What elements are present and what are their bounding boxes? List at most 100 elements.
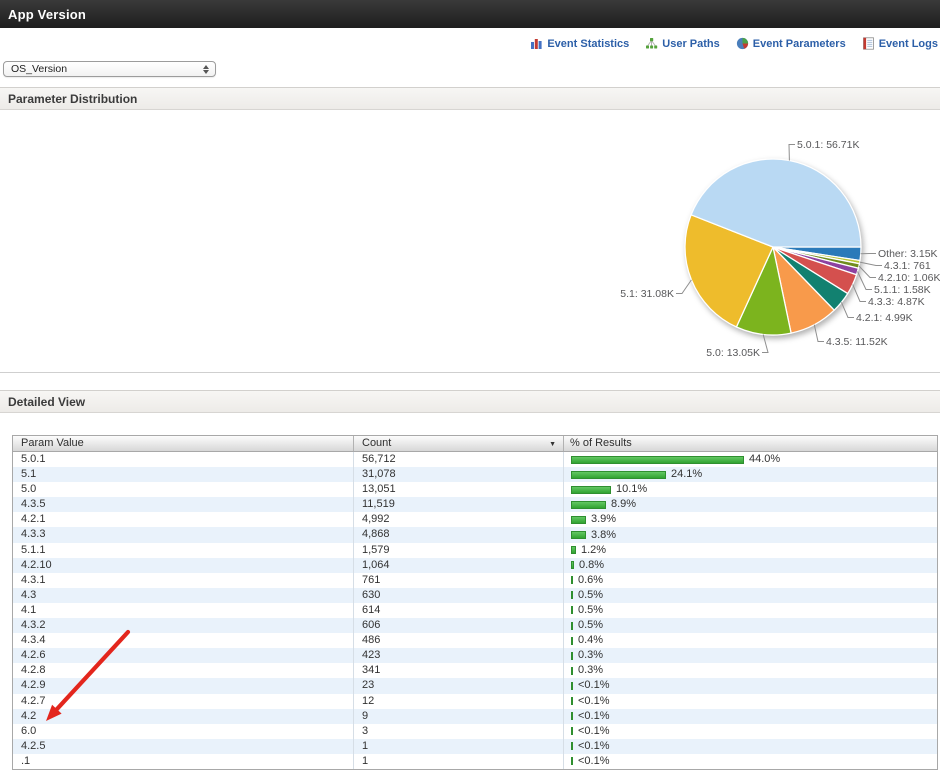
count-cell: 761 bbox=[353, 573, 563, 588]
param-value-cell: 4.3.5 bbox=[13, 497, 353, 512]
event-statistics-link[interactable]: Event Statistics bbox=[530, 37, 629, 50]
table-row: 4.2.83410.3% bbox=[13, 663, 937, 678]
column-header-count[interactable]: Count ▼ bbox=[353, 436, 563, 451]
table-row: 4.16140.5% bbox=[13, 603, 937, 618]
percent-cell: 0.8% bbox=[563, 558, 937, 573]
table-row: 4.2.101,0640.8% bbox=[13, 558, 937, 573]
param-value-cell: 4.2.5 bbox=[13, 739, 353, 754]
column-header-percent[interactable]: % of Results bbox=[563, 436, 937, 451]
param-value-cell: 4.2.6 bbox=[13, 648, 353, 663]
percent-cell: 44.0% bbox=[563, 452, 937, 467]
percent-cell: 0.5% bbox=[563, 588, 937, 603]
percent-bar bbox=[571, 576, 573, 584]
table-row: 5.0.156,71244.0% bbox=[13, 452, 937, 467]
pie-callout-line bbox=[841, 302, 854, 317]
pie-label-4.3.3: 4.3.3: 4.87K bbox=[868, 296, 925, 308]
user-paths-link[interactable]: User Paths bbox=[645, 37, 719, 50]
table-row: 6.03<0.1% bbox=[13, 724, 937, 739]
pie-callout-line bbox=[860, 262, 882, 265]
percent-bar bbox=[571, 697, 573, 705]
percent-bar bbox=[571, 742, 573, 750]
titlebar: App Version bbox=[0, 0, 940, 28]
percent-label: <0.1% bbox=[578, 709, 610, 724]
pie-label-5.0: 5.0: 13.05K bbox=[706, 347, 760, 359]
count-cell: 614 bbox=[353, 603, 563, 618]
percent-bar bbox=[571, 712, 573, 720]
percent-label: 0.4% bbox=[578, 633, 603, 648]
percent-bar bbox=[571, 637, 573, 645]
event-parameters-link[interactable]: Event Parameters bbox=[736, 37, 846, 50]
percent-cell: <0.1% bbox=[563, 739, 937, 754]
section-header-parameter-distribution: Parameter Distribution bbox=[0, 87, 940, 110]
table-row: 4.3.26060.5% bbox=[13, 618, 937, 633]
detailed-view-title: Detailed View bbox=[0, 395, 85, 409]
count-cell: 9 bbox=[353, 709, 563, 724]
percent-cell: 0.4% bbox=[563, 633, 937, 648]
percent-bar bbox=[571, 606, 573, 614]
param-value-cell: 4.3.3 bbox=[13, 527, 353, 542]
count-cell: 606 bbox=[353, 618, 563, 633]
percent-cell: 0.3% bbox=[563, 648, 937, 663]
param-value-cell: 4.2.7 bbox=[13, 694, 353, 709]
percent-cell: 0.3% bbox=[563, 663, 937, 678]
column-header-param-value[interactable]: Param Value bbox=[13, 436, 353, 451]
percent-bar bbox=[571, 622, 573, 630]
percent-cell: 0.5% bbox=[563, 603, 937, 618]
table-row: 4.2.712<0.1% bbox=[13, 694, 937, 709]
table-row: 4.3.511,5198.9% bbox=[13, 497, 937, 512]
pie-label-4.3.5: 4.3.5: 11.52K bbox=[826, 336, 888, 348]
table-row: 5.013,05110.1% bbox=[13, 482, 937, 497]
event-logs-link[interactable]: Event Logs bbox=[862, 37, 938, 50]
parameter-select[interactable]: OS_Version bbox=[3, 61, 216, 77]
pie-callout-line bbox=[789, 145, 795, 161]
percent-cell: 3.8% bbox=[563, 527, 937, 542]
nav-links: Event Statistics User Paths bbox=[530, 37, 938, 50]
count-cell: 23 bbox=[353, 678, 563, 693]
percent-cell: <0.1% bbox=[563, 678, 937, 693]
count-cell: 4,992 bbox=[353, 512, 563, 527]
percent-label: <0.1% bbox=[578, 754, 610, 769]
percent-bar bbox=[571, 652, 573, 660]
param-value-cell: 6.0 bbox=[13, 724, 353, 739]
percent-bar bbox=[571, 456, 744, 464]
percent-label: 0.5% bbox=[578, 618, 603, 633]
count-cell: 1 bbox=[353, 739, 563, 754]
stepper-icon bbox=[201, 65, 215, 74]
table-row: 4.3.44860.4% bbox=[13, 633, 937, 648]
table-header: Param Value Count ▼ % of Results bbox=[13, 436, 937, 452]
percent-label: 24.1% bbox=[671, 467, 702, 482]
count-cell: 13,051 bbox=[353, 482, 563, 497]
detailed-view-table: Param Value Count ▼ % of Results 5.0.156… bbox=[12, 435, 938, 770]
count-cell: 3 bbox=[353, 724, 563, 739]
pie-callout-line bbox=[853, 284, 866, 301]
param-value-cell: 4.3.1 bbox=[13, 573, 353, 588]
percent-label: 0.3% bbox=[578, 663, 603, 678]
percent-label: 3.8% bbox=[591, 528, 616, 543]
percent-bar bbox=[571, 471, 666, 479]
pie-slices[interactable] bbox=[685, 159, 861, 335]
pie-chart: Other: 3.15K4.3.1: 7614.2.10: 1.06K5.1.1… bbox=[0, 111, 940, 373]
percent-label: 0.5% bbox=[578, 588, 603, 603]
count-cell: 56,712 bbox=[353, 452, 563, 467]
sort-descending-icon[interactable]: ▼ bbox=[549, 437, 556, 452]
percent-cell: 3.9% bbox=[563, 512, 937, 527]
param-value-cell: 4.2.1 bbox=[13, 512, 353, 527]
percent-bar bbox=[571, 757, 573, 765]
param-value-cell: 5.1 bbox=[13, 467, 353, 482]
percent-cell: <0.1% bbox=[563, 754, 937, 769]
event-parameters-label: Event Parameters bbox=[753, 38, 846, 50]
percent-cell: <0.1% bbox=[563, 694, 937, 709]
event-statistics-label: Event Statistics bbox=[547, 38, 629, 50]
percent-bar bbox=[571, 591, 573, 599]
percent-label: <0.1% bbox=[578, 739, 610, 754]
percent-cell: 1.2% bbox=[563, 543, 937, 558]
percent-label: 0.5% bbox=[578, 603, 603, 618]
pie-callout-line bbox=[858, 272, 873, 290]
percent-cell: 10.1% bbox=[563, 482, 937, 497]
pie-callout-line bbox=[859, 266, 876, 278]
param-value-cell: 5.0 bbox=[13, 482, 353, 497]
table-row: 5.131,07824.1% bbox=[13, 467, 937, 482]
param-value-cell: .1 bbox=[13, 754, 353, 769]
pie-label-5.0.1: 5.0.1: 56.71K bbox=[797, 139, 859, 151]
percent-cell: 0.5% bbox=[563, 618, 937, 633]
